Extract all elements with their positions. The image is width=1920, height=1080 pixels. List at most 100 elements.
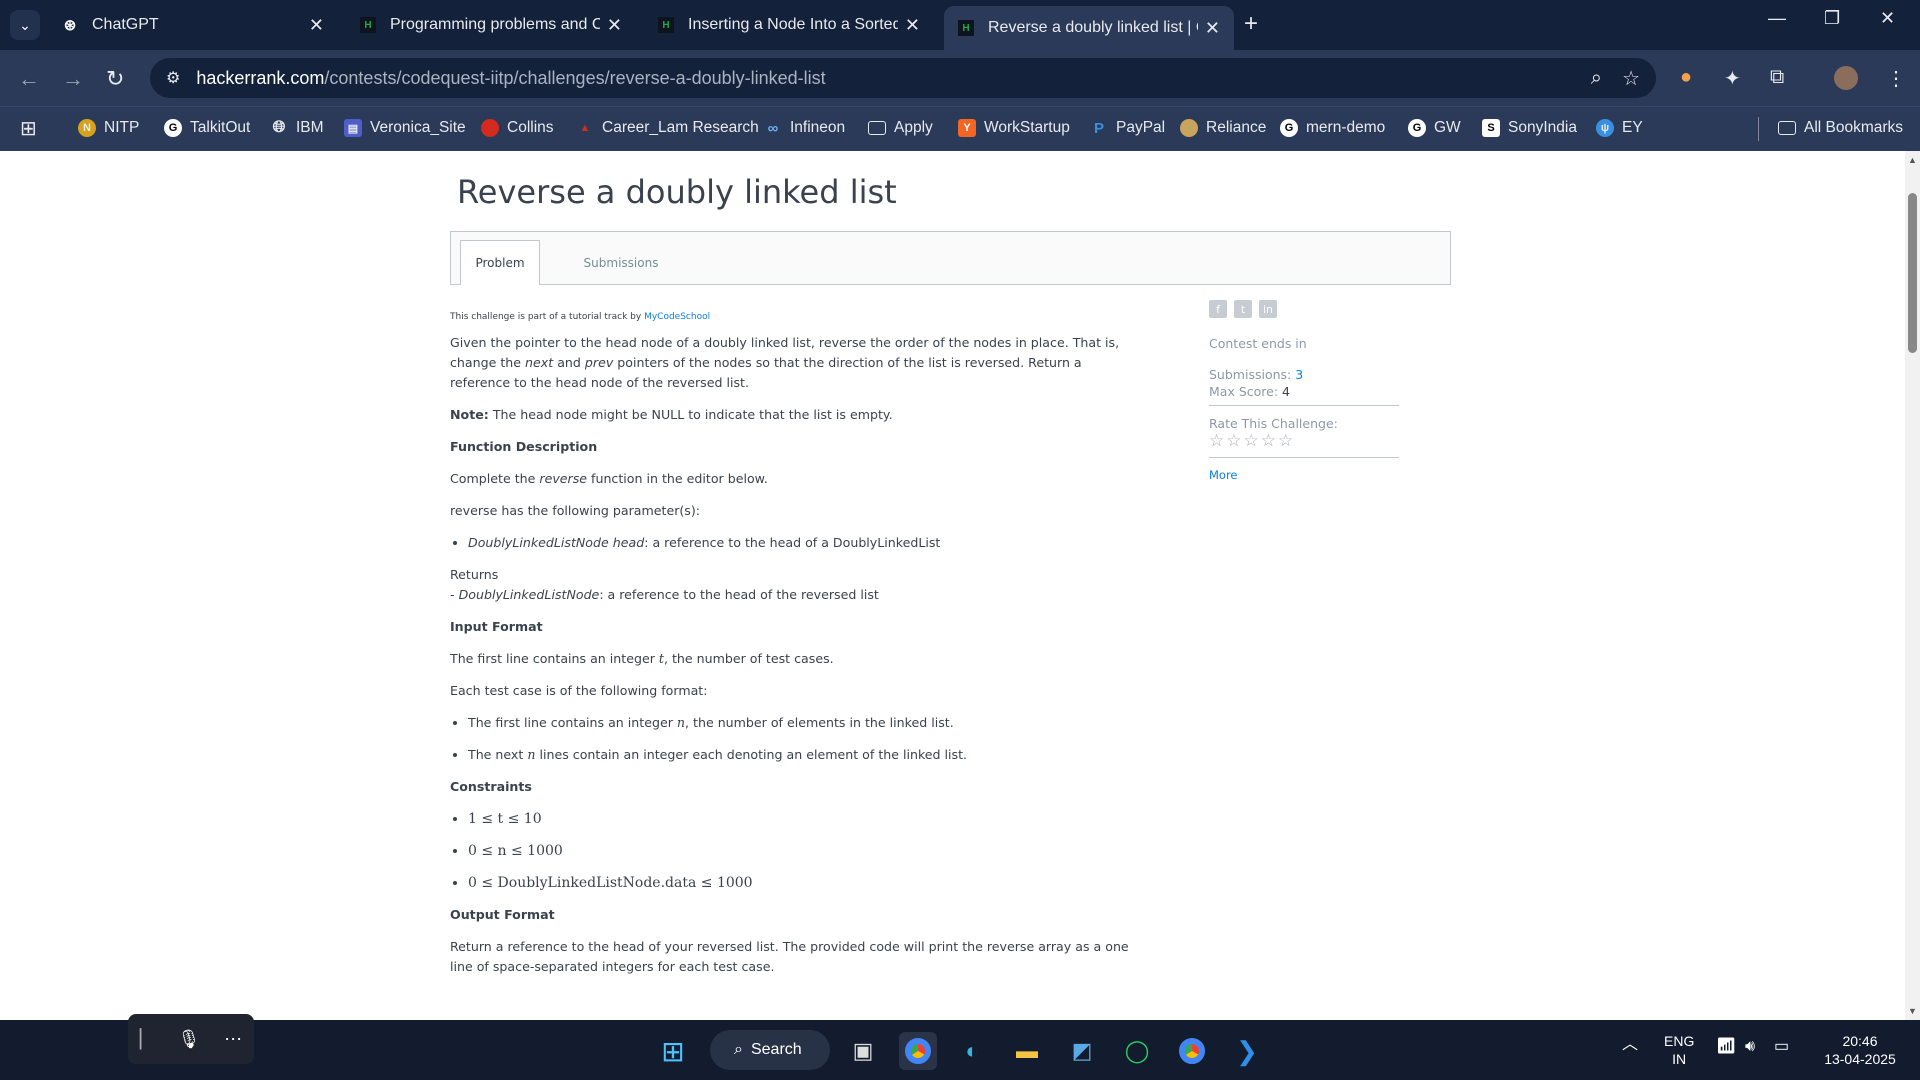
tab-inserting-node[interactable]: H Inserting a Node Into a Sorted ✕ — [644, 6, 934, 44]
back-icon[interactable]: ← — [18, 66, 40, 92]
rating-stars[interactable]: ☆☆☆☆☆ — [1209, 431, 1399, 451]
all-bookmarks-folder[interactable]: All Bookmarks — [1778, 119, 1903, 137]
show-hidden-icons-icon[interactable]: ︿ — [1622, 1036, 1638, 1054]
address-bar[interactable]: ⚙ hackerrank.com/contests/codequest-iitp… — [150, 58, 1656, 98]
chrome-profile-icon[interactable] — [1173, 1032, 1211, 1070]
close-tab-icon[interactable]: ✕ — [905, 15, 920, 36]
more-options-icon[interactable]: ⋯ — [224, 1029, 242, 1050]
windows-start-icon[interactable]: ⊞ — [654, 1032, 692, 1070]
close-window-icon[interactable]: ✕ — [1880, 8, 1895, 29]
volume-icon[interactable]: 🔊︎ — [1745, 1038, 1755, 1056]
edge-icon[interactable]: ◐ — [953, 1032, 991, 1070]
app-icon[interactable]: ◩ — [1063, 1032, 1101, 1070]
file-explorer-icon[interactable]: ▬ — [1008, 1032, 1046, 1070]
chrome-taskbar-icon[interactable] — [899, 1032, 937, 1070]
bookmark-sonyindia[interactable]: S SonyIndia — [1482, 119, 1577, 137]
more-link[interactable]: More — [1209, 468, 1399, 482]
restore-icon[interactable]: ❐ — [1824, 8, 1840, 29]
wifi-icon[interactable]: 📶︎ — [1716, 1038, 1736, 1056]
linkedin-icon[interactable]: in — [1259, 300, 1277, 318]
tab-chatgpt[interactable]: ⊛ ChatGPT ✕ — [48, 6, 338, 44]
vscode-icon[interactable]: ❯ — [1228, 1032, 1266, 1070]
scrollbar-thumb[interactable] — [1908, 193, 1917, 353]
tab-reverse-doubly-linked-list[interactable]: H Reverse a doubly linked list | Co ✕ — [944, 6, 1234, 50]
github-icon: G — [164, 119, 182, 137]
bookmark-collins[interactable]: Collins — [481, 119, 554, 137]
reload-icon[interactable]: ↻ — [106, 66, 124, 92]
share-icons: f t in — [1209, 300, 1399, 318]
list-item: 1 ≤ t ≤ 10 — [468, 809, 1130, 829]
nitp-icon: N — [78, 119, 96, 137]
bookmark-mern-demo[interactable]: Gmern-demo — [1280, 119, 1385, 137]
collins-icon — [481, 119, 499, 137]
facebook-icon[interactable]: f — [1209, 300, 1227, 318]
constraints-list: 1 ≤ t ≤ 10 0 ≤ n ≤ 1000 0 ≤ DoublyLinked… — [468, 809, 1130, 893]
chrome-icon — [1179, 1038, 1205, 1064]
extension-icon[interactable]: ✦ — [1724, 66, 1741, 91]
bookmark-infineon[interactable]: ∞ Infineon — [764, 119, 846, 137]
bookmark-ibm[interactable]: 🌐︎ IBM — [270, 119, 324, 137]
close-tab-icon[interactable]: ✕ — [309, 15, 324, 36]
page-scrollbar[interactable]: ▲ ▼ — [1905, 151, 1920, 1020]
submissions-link[interactable]: 3 — [1295, 367, 1303, 382]
max-score: Max Score: 4 — [1209, 384, 1290, 399]
bookmark-star-icon[interactable]: ☆ — [1622, 66, 1640, 91]
bookmark-veronica[interactable]: ▤ Veronica_Site — [344, 119, 466, 137]
parameters-intro: reverse has the following parameter(s): — [450, 503, 701, 518]
twitter-icon[interactable]: t — [1234, 300, 1252, 318]
hackerrank-icon: H — [360, 17, 376, 33]
language-indicator[interactable]: ENG IN — [1664, 1032, 1694, 1068]
whatsapp-icon[interactable]: ◯ — [1118, 1032, 1156, 1070]
taskbar-search[interactable]: ⌕ Search — [710, 1030, 830, 1070]
input-format-heading: Input Format — [450, 619, 543, 634]
task-view-icon[interactable]: ▣ — [844, 1032, 882, 1070]
note-paragraph: Note: The head node might be NULL to ind… — [450, 407, 893, 422]
site-info-icon[interactable]: ⚙ — [166, 68, 180, 88]
lam-icon: ▲ — [579, 122, 591, 134]
forward-icon[interactable]: → — [62, 66, 84, 92]
microphone-icon[interactable]: 🎙︎ — [177, 1029, 200, 1050]
battery-icon[interactable]: ▭ — [1774, 1038, 1789, 1056]
apps-grid-icon[interactable]: ⊞ — [20, 116, 37, 141]
parameters-list: DoublyLinkedListNode head: a reference t… — [468, 533, 1130, 553]
bookmark-apply[interactable]: Apply — [868, 119, 933, 137]
bookmark-career-lam[interactable]: ▲ Career_Lam Research — [576, 119, 759, 137]
output-format-heading: Output Format — [450, 907, 555, 922]
new-tab-icon[interactable]: + — [1244, 10, 1258, 38]
problem-statement: This challenge is part of a tutorial tra… — [450, 311, 1130, 989]
list-item: The next n lines contain an integer each… — [468, 745, 1130, 765]
chatgpt-icon: ⊛ — [63, 17, 77, 34]
tab-search-button[interactable]: ⌄ — [10, 10, 40, 40]
close-tab-icon[interactable]: ✕ — [1205, 18, 1220, 39]
bookmark-workstartup[interactable]: Y WorkStartup — [958, 119, 1070, 137]
mycodeschool-link[interactable]: MyCodeSchool — [644, 312, 710, 322]
extensions-puzzle-icon[interactable]: ⧉ — [1770, 66, 1784, 89]
minimize-icon[interactable]: — — [1768, 8, 1786, 29]
menu-kebab-icon[interactable]: ⋮ — [1886, 66, 1906, 91]
intro-paragraph: Given the pointer to the head node of a … — [450, 335, 1120, 390]
input-format-line-2: Each test case is of the following forma… — [450, 683, 708, 698]
close-tab-icon[interactable]: ✕ — [607, 15, 622, 36]
link-icon: ∞ — [767, 119, 779, 137]
tab-problem[interactable]: Problem — [460, 240, 540, 285]
tab-submissions[interactable]: Submissions — [576, 240, 666, 285]
url-text[interactable]: hackerrank.com/contests/codequest-iitp/c… — [196, 68, 825, 89]
bookmark-reliance[interactable]: Reliance — [1180, 119, 1266, 137]
page-content: Reverse a doubly linked list Problem Sub… — [0, 151, 1905, 1020]
extension-icon[interactable]: ● — [1680, 66, 1692, 89]
bookmark-gw[interactable]: G GW — [1408, 119, 1461, 137]
bookmark-ey[interactable]: ψ EY — [1596, 119, 1643, 137]
bookmark-talkitout[interactable]: G TalkitOut — [164, 119, 250, 137]
scroll-up-icon[interactable]: ▲ — [1908, 155, 1917, 165]
cursor-icon: ▏ — [139, 1028, 154, 1049]
scroll-down-icon[interactable]: ▼ — [1908, 1006, 1917, 1016]
clock[interactable]: 20:46 13-04-2025 — [1810, 1032, 1910, 1068]
bookmark-nitp[interactable]: N NITP — [78, 119, 139, 137]
bookmark-paypal[interactable]: P PayPal — [1090, 119, 1165, 137]
voice-typing-toolbar: ▏ 🎙︎ ⋯ — [128, 1014, 254, 1064]
github-icon: G — [1408, 119, 1426, 137]
tab-programming-problems[interactable]: H Programming problems and Co ✕ — [346, 6, 636, 44]
globe-icon: 🌐︎ — [272, 119, 286, 136]
profile-avatar[interactable] — [1834, 66, 1858, 90]
zoom-icon[interactable]: ⌕ — [1591, 67, 1602, 90]
